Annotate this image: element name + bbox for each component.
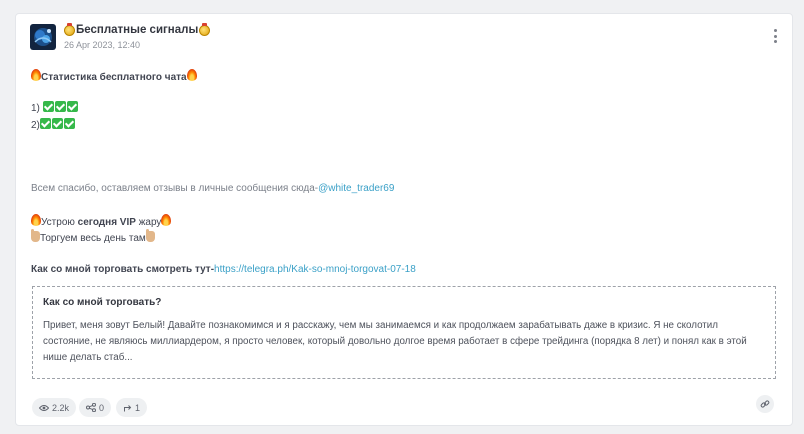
eye-icon: [39, 404, 49, 411]
howto-line: Как со мной торговать смотреть тут-https…: [31, 264, 416, 275]
check-icon: [39, 118, 51, 129]
forward-icon: [86, 403, 96, 412]
medal-icon: [64, 22, 75, 36]
reply-icon: [124, 405, 132, 412]
more-options-button[interactable]: [770, 28, 780, 44]
preview-text: Привет, меня зовут Белый! Давайте познак…: [43, 320, 747, 363]
copy-link-button[interactable]: [756, 395, 774, 413]
post-heading: Статистика бесплатного чата: [31, 69, 197, 83]
check-icon: [51, 118, 63, 129]
views-counter[interactable]: 2.2k: [32, 398, 77, 417]
check-icon: [42, 101, 54, 112]
trade-line: Торгуем весь день там: [31, 229, 155, 244]
channel-title[interactable]: Бесплатные сигналы: [64, 22, 211, 36]
views-count: 2.2k: [52, 402, 70, 413]
signal-row-1: 1): [31, 101, 79, 114]
shares-count: 1: [135, 402, 141, 413]
pointing-hand-icon: [31, 229, 40, 242]
forwards-count: 0: [99, 402, 105, 413]
vip-line: Устрою сегодня VIP жару: [31, 214, 172, 228]
avatar-image: [30, 24, 56, 50]
telegraph-link[interactable]: https://telegra.ph/Kak-so-mnoj-torgovat-…: [214, 264, 416, 275]
check-icon: [63, 118, 75, 129]
preview-title: Как со мной торговать?: [43, 297, 162, 308]
fire-icon: [186, 69, 197, 81]
forwards-counter[interactable]: 0: [79, 398, 112, 417]
post-card: Бесплатные сигналы 26 Apr 2023, 12:40 Ст…: [15, 13, 793, 426]
fire-icon: [31, 69, 41, 81]
channel-name: Бесплатные сигналы: [76, 24, 199, 36]
check-icon: [54, 101, 66, 112]
link-preview[interactable]: Как со мной торговать? Привет, меня зову…: [32, 286, 776, 379]
fire-icon: [161, 214, 172, 226]
fire-icon: [31, 214, 41, 226]
medal-icon: [199, 22, 211, 36]
shares-counter[interactable]: 1: [116, 398, 148, 417]
channel-avatar[interactable]: [30, 24, 56, 50]
link-icon: [760, 400, 770, 408]
post-date: 26 Apr 2023, 12:40: [64, 40, 141, 50]
signal-row-2: 2): [31, 118, 76, 131]
more-icon: [773, 29, 777, 32]
check-icon: [66, 101, 78, 112]
mention-link[interactable]: @white_trader69: [318, 183, 394, 194]
thanks-line: Всем спасибо, оставляем отзывы в личные …: [31, 183, 395, 194]
pointing-hand-icon: [145, 229, 155, 242]
